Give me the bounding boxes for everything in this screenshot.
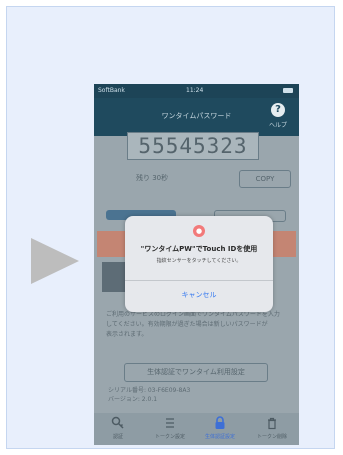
version-info: バージョン: 2.0.1: [108, 396, 158, 403]
cancel-button[interactable]: キャンセル: [125, 290, 273, 300]
tab-biometric-settings[interactable]: 生体認証設定: [200, 416, 240, 440]
biometric-setting-button[interactable]: 生体認証でワンタイム利用設定: [124, 363, 268, 382]
tab-bar: 認証 トークン設定 生体認証設定 トークン削除: [94, 413, 299, 445]
key-icon: [111, 416, 124, 429]
instruction-text: ご利用のサービスのログイン画面でワンタイムパスワードを入力 してください。有効期…: [106, 310, 288, 340]
touch-id-dialog: ● "ワンタイムPW"でTouch IDを使用 指紋センサーをタッチしてください…: [125, 216, 273, 312]
token-info: シリアル番号: 03-F6E09-8A3 バージョン: 2.0.1: [108, 386, 190, 404]
battery-icon: [283, 88, 293, 93]
trash-icon: [268, 417, 276, 430]
instruction-line: してください。有効期限が過ぎた場合は新しいパスワードが: [106, 321, 268, 328]
copy-button[interactable]: COPY: [239, 170, 291, 188]
instruction-line: 表示されます。: [106, 331, 148, 338]
tab-token-settings[interactable]: トークン設定: [150, 416, 190, 440]
tab-label: トークン設定: [154, 434, 185, 440]
status-bar: SoftBank 11:24: [94, 84, 299, 98]
thumbnail-image: [102, 262, 126, 292]
fingerprint-icon: ●: [193, 225, 205, 237]
tab-label: 認証: [112, 434, 123, 440]
carrier-label: SoftBank: [98, 87, 125, 94]
tab-label: トークン削除: [256, 434, 287, 440]
play-arrow-icon: [31, 238, 79, 284]
tab-auth[interactable]: 認証: [98, 416, 138, 440]
remaining-time: 残り 30秒: [136, 174, 169, 182]
phone-screen: SoftBank 11:24 ワンタイムパスワード ? ヘルプ 55545323…: [94, 84, 299, 445]
illustration-panel: SoftBank 11:24 ワンタイムパスワード ? ヘルプ 55545323…: [6, 6, 335, 449]
tab-label: 生体認証設定: [204, 434, 235, 440]
status-time: 11:24: [186, 87, 204, 94]
help-label[interactable]: ヘルプ: [269, 120, 287, 129]
tab-token-delete[interactable]: トークン削除: [252, 416, 292, 440]
list-icon: [166, 418, 174, 428]
dialog-message: 指紋センサーをタッチしてください。: [156, 258, 242, 264]
dialog-title: "ワンタイムPW"でTouch IDを使用: [140, 245, 258, 253]
one-time-password-display: 55545323: [127, 132, 259, 160]
dialog-divider: [125, 280, 273, 281]
help-icon[interactable]: ?: [271, 103, 285, 117]
nav-bar: ワンタイムパスワード ? ヘルプ: [94, 98, 299, 136]
serial-number: シリアル番号: 03-F6E09-8A3: [108, 387, 191, 394]
lock-icon: [215, 416, 225, 429]
